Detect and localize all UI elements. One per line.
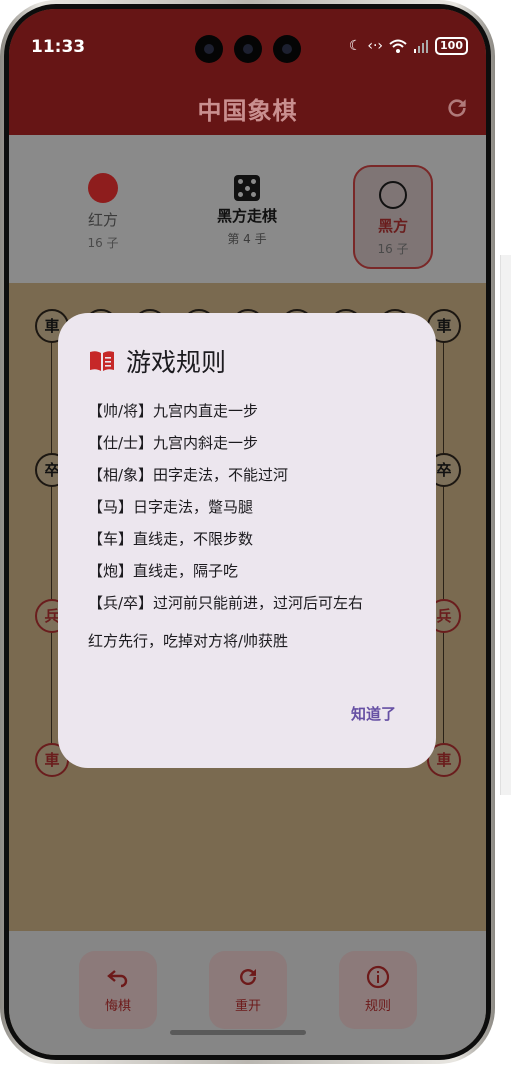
app-bar: 中国象棋 — [9, 85, 486, 135]
rule-item: 【仕/士】九宫内斜走一步 — [88, 434, 259, 452]
dialog-header: 游戏规则 — [88, 343, 226, 379]
rules-dialog: 游戏规则 【帅/将】九宫内直走一步 【仕/士】九宫内斜走一步 【相/象】田字走法… — [58, 313, 436, 768]
rules-button[interactable]: 规则 — [339, 951, 417, 1029]
red-player-dot — [88, 173, 118, 203]
refresh-icon — [240, 969, 256, 986]
camera-right — [273, 35, 301, 63]
app-title: 中国象棋 — [197, 97, 298, 125]
info-icon — [366, 965, 390, 989]
rule-item: 【炮】直线走，隔子吃 — [88, 562, 239, 580]
home-indicator — [170, 1030, 306, 1035]
black-player-dot — [379, 181, 407, 209]
turn-indicator: 黑方走棋 第 4 手 — [197, 175, 297, 247]
undo-label: 悔棋 — [104, 999, 131, 1014]
refresh-icon[interactable] — [444, 95, 470, 121]
rule-item: 【兵/卒】过河前只能前进，过河后可左右 — [88, 594, 364, 612]
board-line — [443, 327, 444, 759]
ok-button[interactable]: 知道了 — [351, 703, 396, 724]
rule-item: 【帅/将】九宫内直走一步 — [88, 402, 259, 420]
data-arrows-icon: ‹·› — [367, 38, 384, 54]
wifi-icon — [389, 39, 407, 53]
rule-item: 【车】直线走，不限步数 — [88, 530, 254, 548]
background-edge — [500, 255, 511, 795]
battery-icon: 100 — [435, 37, 468, 55]
player-black: 黑方 16 子 — [353, 165, 433, 269]
player-panel: 红方 16 子 黑方走棋 第 4 手 黑方 16 子 — [9, 135, 486, 283]
undo-button[interactable]: 悔棋 — [79, 951, 157, 1029]
red-player-name: 红方 — [87, 211, 118, 229]
book-icon — [90, 351, 114, 371]
undo-icon — [107, 970, 128, 988]
camera-left — [195, 35, 223, 63]
board-line — [51, 327, 52, 759]
bottom-toolbar: 悔棋 重开 规则 — [9, 931, 486, 1055]
camera-center — [234, 35, 262, 63]
move-number: 第 4 手 — [227, 232, 267, 246]
black-piece-count: 16 子 — [377, 242, 409, 256]
dialog-title: 游戏规则 — [126, 348, 227, 377]
status-icons: ☾ ‹·› 100 — [349, 37, 468, 55]
rule-item: 【相/象】田字走法，不能过河 — [88, 466, 289, 484]
dice-icon — [234, 175, 260, 201]
signal-icon — [414, 40, 429, 53]
turn-title: 黑方走棋 — [216, 207, 277, 225]
win-condition: 红方先行，吃掉对方将/帅获胜 — [88, 632, 289, 650]
status-time: 11:33 — [31, 37, 86, 57]
moon-icon: ☾ — [348, 38, 362, 54]
status-bar: 11:33 ☾ ‹·› 100 — [9, 9, 486, 85]
player-red: 红方 16 子 — [65, 157, 141, 261]
red-piece-count: 16 子 — [87, 236, 119, 250]
black-player-name: 黑方 — [377, 217, 408, 235]
rules-list: 【帅/将】九宫内直走一步 【仕/士】九宫内斜走一步 【相/象】田字走法，不能过河… — [88, 400, 418, 652]
restart-label: 重开 — [234, 999, 261, 1014]
rules-label: 规则 — [364, 999, 391, 1014]
restart-button[interactable]: 重开 — [209, 951, 287, 1029]
rule-item: 【马】日字走法，蹩马腿 — [88, 498, 254, 516]
